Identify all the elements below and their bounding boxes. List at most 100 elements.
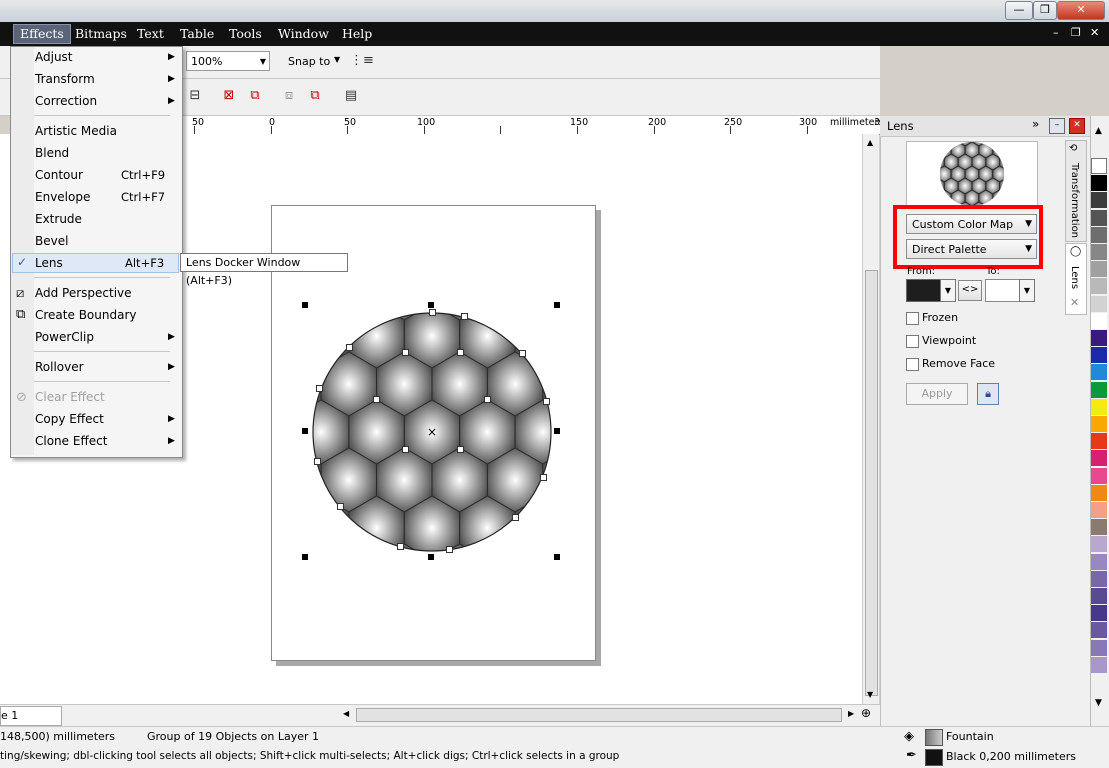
path-node[interactable] [316, 385, 323, 392]
ungroup-icon[interactable]: ⊠ [220, 87, 238, 105]
swap-colors-button[interactable]: <> [958, 280, 982, 301]
menu-item-artistic-media[interactable]: Artistic Media [35, 121, 117, 141]
path-node[interactable] [446, 546, 453, 553]
palette-swatch[interactable] [1091, 519, 1107, 536]
menu-item-copy-effect[interactable]: Copy Effect [35, 409, 104, 429]
lock-icon[interactable]: 🔒︎ [977, 383, 999, 405]
doc-close-icon[interactable]: ✕ [1090, 26, 1099, 39]
selection-handle[interactable] [302, 302, 308, 308]
apply-button[interactable]: Apply [906, 383, 968, 405]
combine-icon[interactable]: ⧈ [280, 87, 298, 105]
palette-swatch[interactable] [1091, 192, 1107, 209]
tab-close-icon[interactable]: ✕ [1070, 296, 1079, 309]
from-color-dropdown[interactable]: ▼ [940, 279, 956, 302]
menu-help[interactable]: Help [336, 25, 378, 43]
path-node[interactable] [402, 446, 409, 453]
path-node[interactable] [457, 446, 464, 453]
palette-swatch[interactable] [1091, 502, 1107, 518]
path-node[interactable] [540, 474, 547, 481]
menu-item-transform[interactable]: Transform [35, 69, 95, 89]
scroll-left-icon[interactable]: ◀ [343, 709, 349, 718]
selection-handle[interactable] [554, 554, 560, 560]
palette-swatch[interactable] [1091, 226, 1107, 243]
selection-handle[interactable] [302, 554, 308, 560]
break-apart-icon[interactable]: ⧉ [306, 87, 324, 105]
path-node[interactable] [461, 313, 468, 320]
menu-item-add-perspective[interactable]: Add Perspective [35, 283, 132, 303]
palette-swatch[interactable] [1091, 553, 1107, 570]
menu-item-powerclip[interactable]: PowerClip [35, 327, 94, 347]
scroll-right-icon[interactable]: ▶ [848, 709, 854, 718]
page-tab[interactable]: e 1 [0, 706, 62, 726]
selection-handle[interactable] [302, 428, 308, 434]
palette-swatch[interactable] [1091, 433, 1107, 450]
convert-to-curves-icon[interactable]: ▤ [342, 87, 360, 105]
palette-swatch[interactable] [1091, 347, 1107, 364]
menu-bitmaps[interactable]: Bitmaps [69, 25, 133, 43]
palette-swatch[interactable] [1091, 467, 1107, 484]
menu-item-correction[interactable]: Correction [35, 91, 97, 111]
palette-swatch[interactable] [1091, 158, 1107, 174]
palette-swatch[interactable] [1091, 295, 1107, 312]
menu-text[interactable]: Text [131, 25, 170, 43]
palette-swatch[interactable] [1091, 570, 1107, 587]
palette-swatch[interactable] [1091, 330, 1107, 346]
palette-swatch[interactable] [1091, 605, 1107, 622]
menu-item-bevel[interactable]: Bevel [35, 231, 68, 251]
palette-swatch[interactable] [1091, 278, 1107, 295]
lens-type-select[interactable]: Custom Color Map ▼ [906, 214, 1037, 234]
selection-handle[interactable] [554, 428, 560, 434]
doc-restore-icon[interactable]: ❐ [1071, 26, 1081, 39]
menu-item-clone-effect[interactable]: Clone Effect [35, 431, 107, 451]
palette-mode-select[interactable]: Direct Palette ▼ [906, 239, 1037, 259]
zoom-level-select[interactable]: 100% ▼ [186, 51, 270, 71]
selection-handle[interactable] [428, 554, 434, 560]
menu-item-envelope[interactable]: Envelope [35, 187, 90, 207]
ungroup-all-icon[interactable]: ⧉ [246, 87, 264, 105]
palette-swatch[interactable] [1091, 209, 1107, 226]
path-node[interactable] [314, 458, 321, 465]
menu-item-adjust[interactable]: Adjust [35, 47, 73, 67]
path-node[interactable] [337, 503, 344, 510]
tab-transformation[interactable]: ⟲ Transformation [1065, 140, 1087, 242]
docker-close-button[interactable]: ✕ [1069, 118, 1085, 134]
palette-swatch[interactable] [1091, 244, 1107, 260]
minimize-button[interactable]: — [1005, 1, 1033, 20]
palette-swatch[interactable] [1091, 656, 1107, 673]
doc-minimize-icon[interactable]: – [1053, 26, 1059, 39]
snap-to-dropdown-icon[interactable]: ▼ [334, 55, 340, 64]
palette-swatch[interactable] [1091, 312, 1107, 329]
menu-item-contour[interactable]: Contour [35, 165, 83, 185]
align-icon[interactable]: ⊟ [186, 87, 204, 105]
to-color-dropdown[interactable]: ▼ [1019, 279, 1035, 302]
to-color-swatch[interactable] [985, 279, 1021, 302]
palette-swatch[interactable] [1091, 416, 1107, 432]
scroll-up-icon[interactable]: ▲ [867, 138, 873, 147]
fill-swatch[interactable] [925, 729, 943, 746]
palette-scroll-up-icon[interactable]: ▲ [1095, 126, 1102, 136]
path-node[interactable] [543, 398, 550, 405]
remove-face-checkbox[interactable] [906, 358, 919, 371]
path-node[interactable] [484, 396, 491, 403]
outline-swatch[interactable] [925, 749, 943, 766]
path-node[interactable] [373, 396, 380, 403]
vertical-scrollbar[interactable]: ▲ ▼ [862, 134, 879, 704]
selection-handle[interactable] [428, 302, 434, 308]
horizontal-scroll-thumb[interactable] [356, 708, 842, 722]
palette-swatch[interactable] [1091, 588, 1107, 604]
snap-to-button[interactable]: Snap to [288, 55, 330, 68]
path-node[interactable] [346, 344, 353, 351]
palette-swatch[interactable] [1091, 536, 1107, 553]
menu-item-rollover[interactable]: Rollover [35, 357, 84, 377]
path-node[interactable] [397, 543, 404, 550]
path-node[interactable] [402, 349, 409, 356]
menu-item-lens[interactable]: Lens [35, 253, 63, 273]
path-node[interactable] [457, 349, 464, 356]
palette-swatch[interactable] [1091, 175, 1107, 192]
path-node[interactable] [519, 350, 526, 357]
scroll-down-icon[interactable]: ▼ [867, 690, 873, 699]
palette-swatch[interactable] [1091, 398, 1107, 415]
selection-handle[interactable] [554, 302, 560, 308]
maximize-button[interactable]: ❐ [1033, 1, 1057, 20]
docker-minimize-button[interactable]: – [1049, 118, 1065, 134]
